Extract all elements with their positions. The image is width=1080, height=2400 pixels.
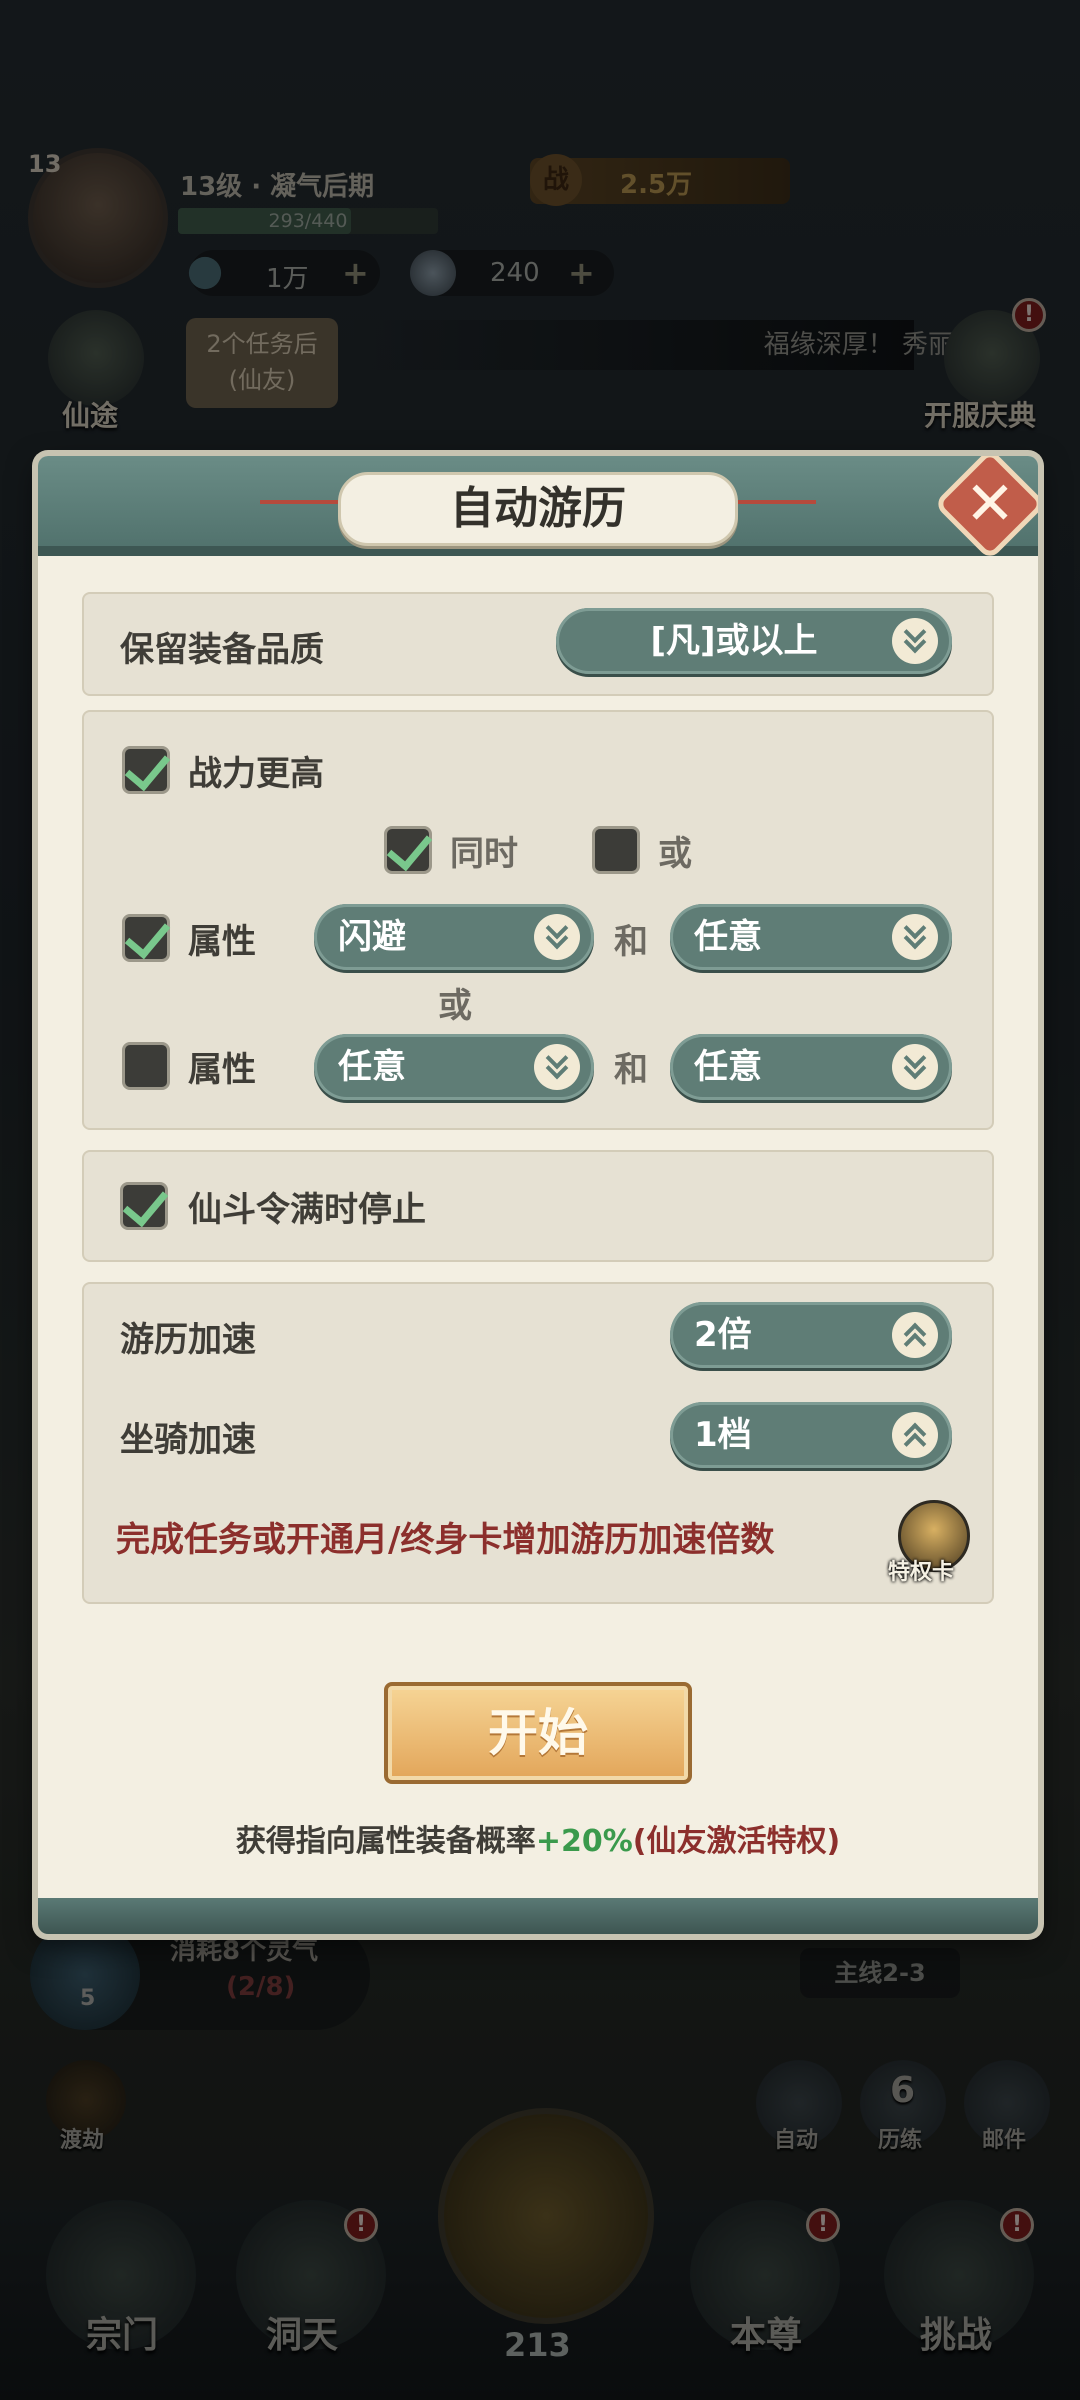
chevron-down-icon (892, 618, 938, 664)
quality-select[interactable]: [凡]或以上 (556, 608, 952, 674)
attribute2-and: 和 (614, 1050, 648, 1090)
attribute1-checkbox[interactable] (122, 914, 170, 962)
dialog-title: 自动游历 (338, 472, 738, 546)
chevron-down-icon (534, 914, 580, 960)
mount-speed-label: 坐骑加速 (120, 1420, 256, 1460)
attribute2-second-value: 任意 (694, 1047, 762, 1087)
attribute1-first-value: 闪避 (338, 917, 406, 957)
stop-when-full-checkbox[interactable] (120, 1182, 168, 1230)
power-higher-label: 战力更高 (188, 754, 324, 794)
start-button[interactable]: 开始 (384, 1682, 692, 1784)
between-or-label: 或 (438, 986, 472, 1026)
chevron-down-icon (892, 914, 938, 960)
mount-speed-value: 1档 (694, 1415, 752, 1455)
travel-speed-label: 游历加速 (120, 1320, 256, 1360)
bonus-suffix: (仙友激活特权) (632, 1824, 841, 1859)
auto-travel-dialog: 自动游历 ✕ 保留装备品质 [凡]或以上 战力更高 同时 或 属性 闪避 和 任… (38, 456, 1038, 1934)
bonus-value: +20% (535, 1824, 633, 1859)
simultaneous-label: 同时 (450, 834, 518, 874)
chevron-up-icon (892, 1312, 938, 1358)
attribute1-second-select[interactable]: 任意 (670, 904, 952, 970)
bonus-prefix: 获得指向属性装备概率 (235, 1824, 536, 1859)
title-rope-left (260, 500, 340, 510)
attribute2-label: 属性 (188, 1050, 256, 1090)
attribute2-second-select[interactable]: 任意 (670, 1034, 952, 1100)
privilege-card-label: 特权卡 (888, 1560, 955, 1585)
attribute2-first-value: 任意 (338, 1047, 406, 1087)
attribute1-second-value: 任意 (694, 917, 762, 957)
attribute2-first-select[interactable]: 任意 (314, 1034, 594, 1100)
attribute1-and: 和 (614, 922, 648, 962)
simultaneous-checkbox[interactable] (384, 826, 432, 874)
attribute1-first-select[interactable]: 闪避 (314, 904, 594, 970)
quality-label: 保留装备品质 (120, 630, 324, 670)
mount-speed-select[interactable]: 1档 (670, 1402, 952, 1468)
stop-when-full-label: 仙斗令满时停止 (188, 1190, 426, 1230)
or-label: 或 (658, 834, 692, 874)
close-icon[interactable]: ✕ (950, 464, 1030, 544)
chevron-down-icon (534, 1044, 580, 1090)
attribute2-checkbox[interactable] (122, 1042, 170, 1090)
bonus-line: 获得指向属性装备概率+20%(仙友激活特权) (38, 1816, 1038, 1860)
speed-hint: 完成任务或开通月/终身卡增加游历加速倍数 (116, 1520, 775, 1560)
travel-speed-value: 2倍 (694, 1315, 752, 1355)
or-checkbox[interactable] (592, 826, 640, 874)
chevron-up-icon (892, 1412, 938, 1458)
travel-speed-select[interactable]: 2倍 (670, 1302, 952, 1368)
dialog-footer (38, 1898, 1038, 1934)
chevron-down-icon (892, 1044, 938, 1090)
quality-select-value: [凡]或以上 (650, 621, 818, 661)
title-rope-right (736, 500, 816, 510)
power-higher-checkbox[interactable] (122, 746, 170, 794)
attribute1-label: 属性 (188, 922, 256, 962)
